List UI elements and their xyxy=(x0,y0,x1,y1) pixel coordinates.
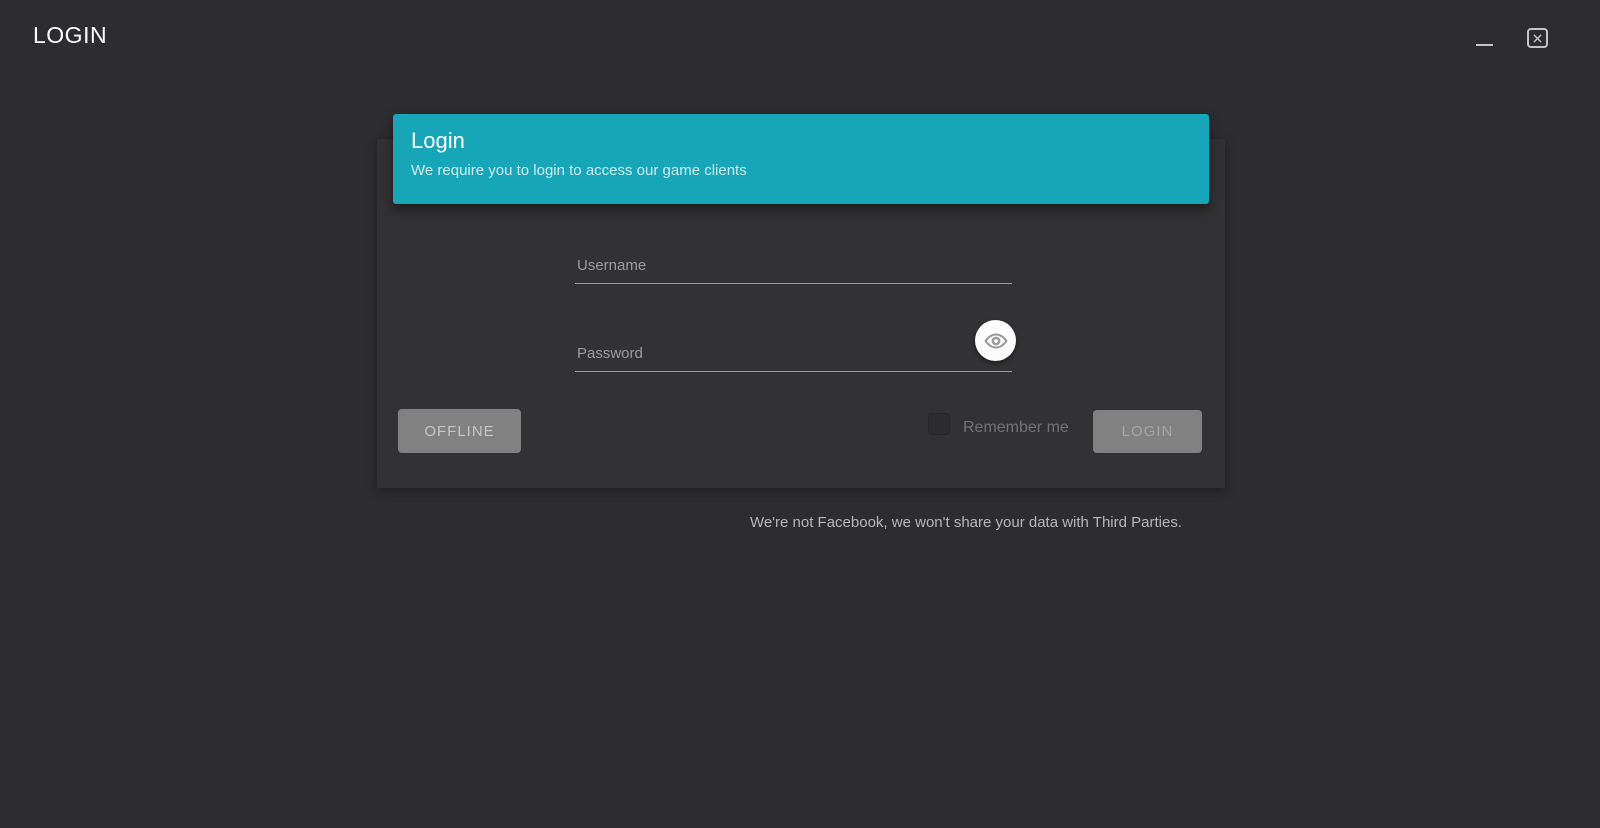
window-title: LOGIN xyxy=(33,22,107,49)
remember-checkbox[interactable] xyxy=(928,413,950,435)
card-subtitle: We require you to login to access our ga… xyxy=(411,162,1191,179)
minimize-button[interactable] xyxy=(1470,24,1498,48)
minimize-icon xyxy=(1476,44,1493,46)
close-icon xyxy=(1533,34,1542,43)
remember-label[interactable]: Remember me xyxy=(963,419,1069,437)
offline-button[interactable]: OFFLINE xyxy=(398,409,521,453)
app-window: LOGIN Login We require you to login to a… xyxy=(0,0,1600,828)
eye-icon xyxy=(984,329,1008,353)
password-input[interactable] xyxy=(575,336,1012,372)
card-title: Login xyxy=(411,127,1191,155)
card-header: Login We require you to login to access … xyxy=(393,114,1209,204)
password-visibility-button[interactable] xyxy=(975,320,1016,361)
privacy-note: We're not Facebook, we won't share your … xyxy=(750,514,1182,531)
username-input[interactable] xyxy=(575,248,1012,284)
close-button[interactable] xyxy=(1527,28,1548,48)
login-button[interactable]: LOGIN xyxy=(1093,410,1202,453)
